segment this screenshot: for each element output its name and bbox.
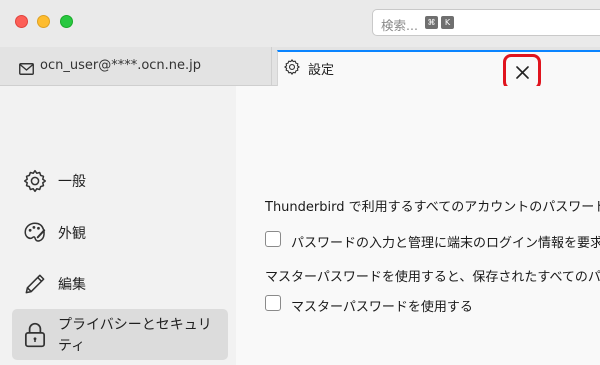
- sidebar-item-label: 編集: [58, 277, 86, 293]
- gear-icon: [22, 168, 48, 198]
- tab-settings-label: 設定: [308, 63, 335, 78]
- lock-icon: [22, 321, 48, 353]
- master-password-checkbox[interactable]: [265, 295, 281, 311]
- sidebar-item-label: 外観: [58, 226, 86, 242]
- tab-bar: ocn_user@****.ocn.ne.jp 設定: [0, 47, 600, 90]
- search-input[interactable]: 検索... ⌘ K: [372, 9, 600, 36]
- search-placeholder: 検索...: [381, 18, 418, 33]
- k-key-icon: K: [441, 16, 454, 29]
- sidebar-item-composition[interactable]: 編集: [12, 261, 228, 307]
- envelope-icon: [19, 60, 34, 79]
- pencil-icon: [22, 271, 48, 301]
- passwords-intro-text: Thunderbird で利用するすべてのアカウントのパスワード: [265, 200, 600, 215]
- gear-icon: [283, 58, 301, 80]
- close-icon: [516, 66, 529, 79]
- sidebar-item-label: 一般: [58, 174, 86, 190]
- title-bar: 検索... ⌘ K: [0, 0, 600, 47]
- close-tab-button[interactable]: [503, 54, 541, 90]
- settings-content: Thunderbird で利用するすべてのアカウントのパスワード パスワードの入…: [236, 86, 600, 365]
- tab-mail-label: ocn_user@****.ocn.ne.jp: [40, 58, 202, 73]
- sidebar-item-label: プライバシーとセキュリティ: [58, 317, 212, 354]
- sidebar-item-privacy-security[interactable]: プライバシーとセキュリティ: [12, 309, 228, 360]
- os-auth-checkbox[interactable]: [265, 231, 281, 247]
- command-key-icon: ⌘: [425, 16, 438, 29]
- sidebar-item-general[interactable]: 一般: [12, 158, 228, 204]
- tab-settings[interactable]: 設定: [277, 50, 600, 90]
- zoom-window-button[interactable]: [60, 15, 73, 28]
- palette-icon: [22, 220, 48, 250]
- sidebar-item-appearance[interactable]: 外観: [12, 210, 228, 256]
- os-auth-checkbox-label[interactable]: パスワードの入力と管理に端末のログイン情報を要求す: [291, 232, 600, 251]
- minimize-window-button[interactable]: [37, 15, 50, 28]
- tab-mail[interactable]: ocn_user@****.ocn.ne.jp: [0, 47, 272, 85]
- settings-sidebar: 一般 外観 編集 プライバシーとセキュリティ: [0, 86, 236, 365]
- close-window-button[interactable]: [15, 15, 28, 28]
- master-password-description: マスターパスワードを使用すると、保存されたすべてのパ: [265, 270, 600, 285]
- master-password-checkbox-label[interactable]: マスターパスワードを使用する: [291, 296, 473, 315]
